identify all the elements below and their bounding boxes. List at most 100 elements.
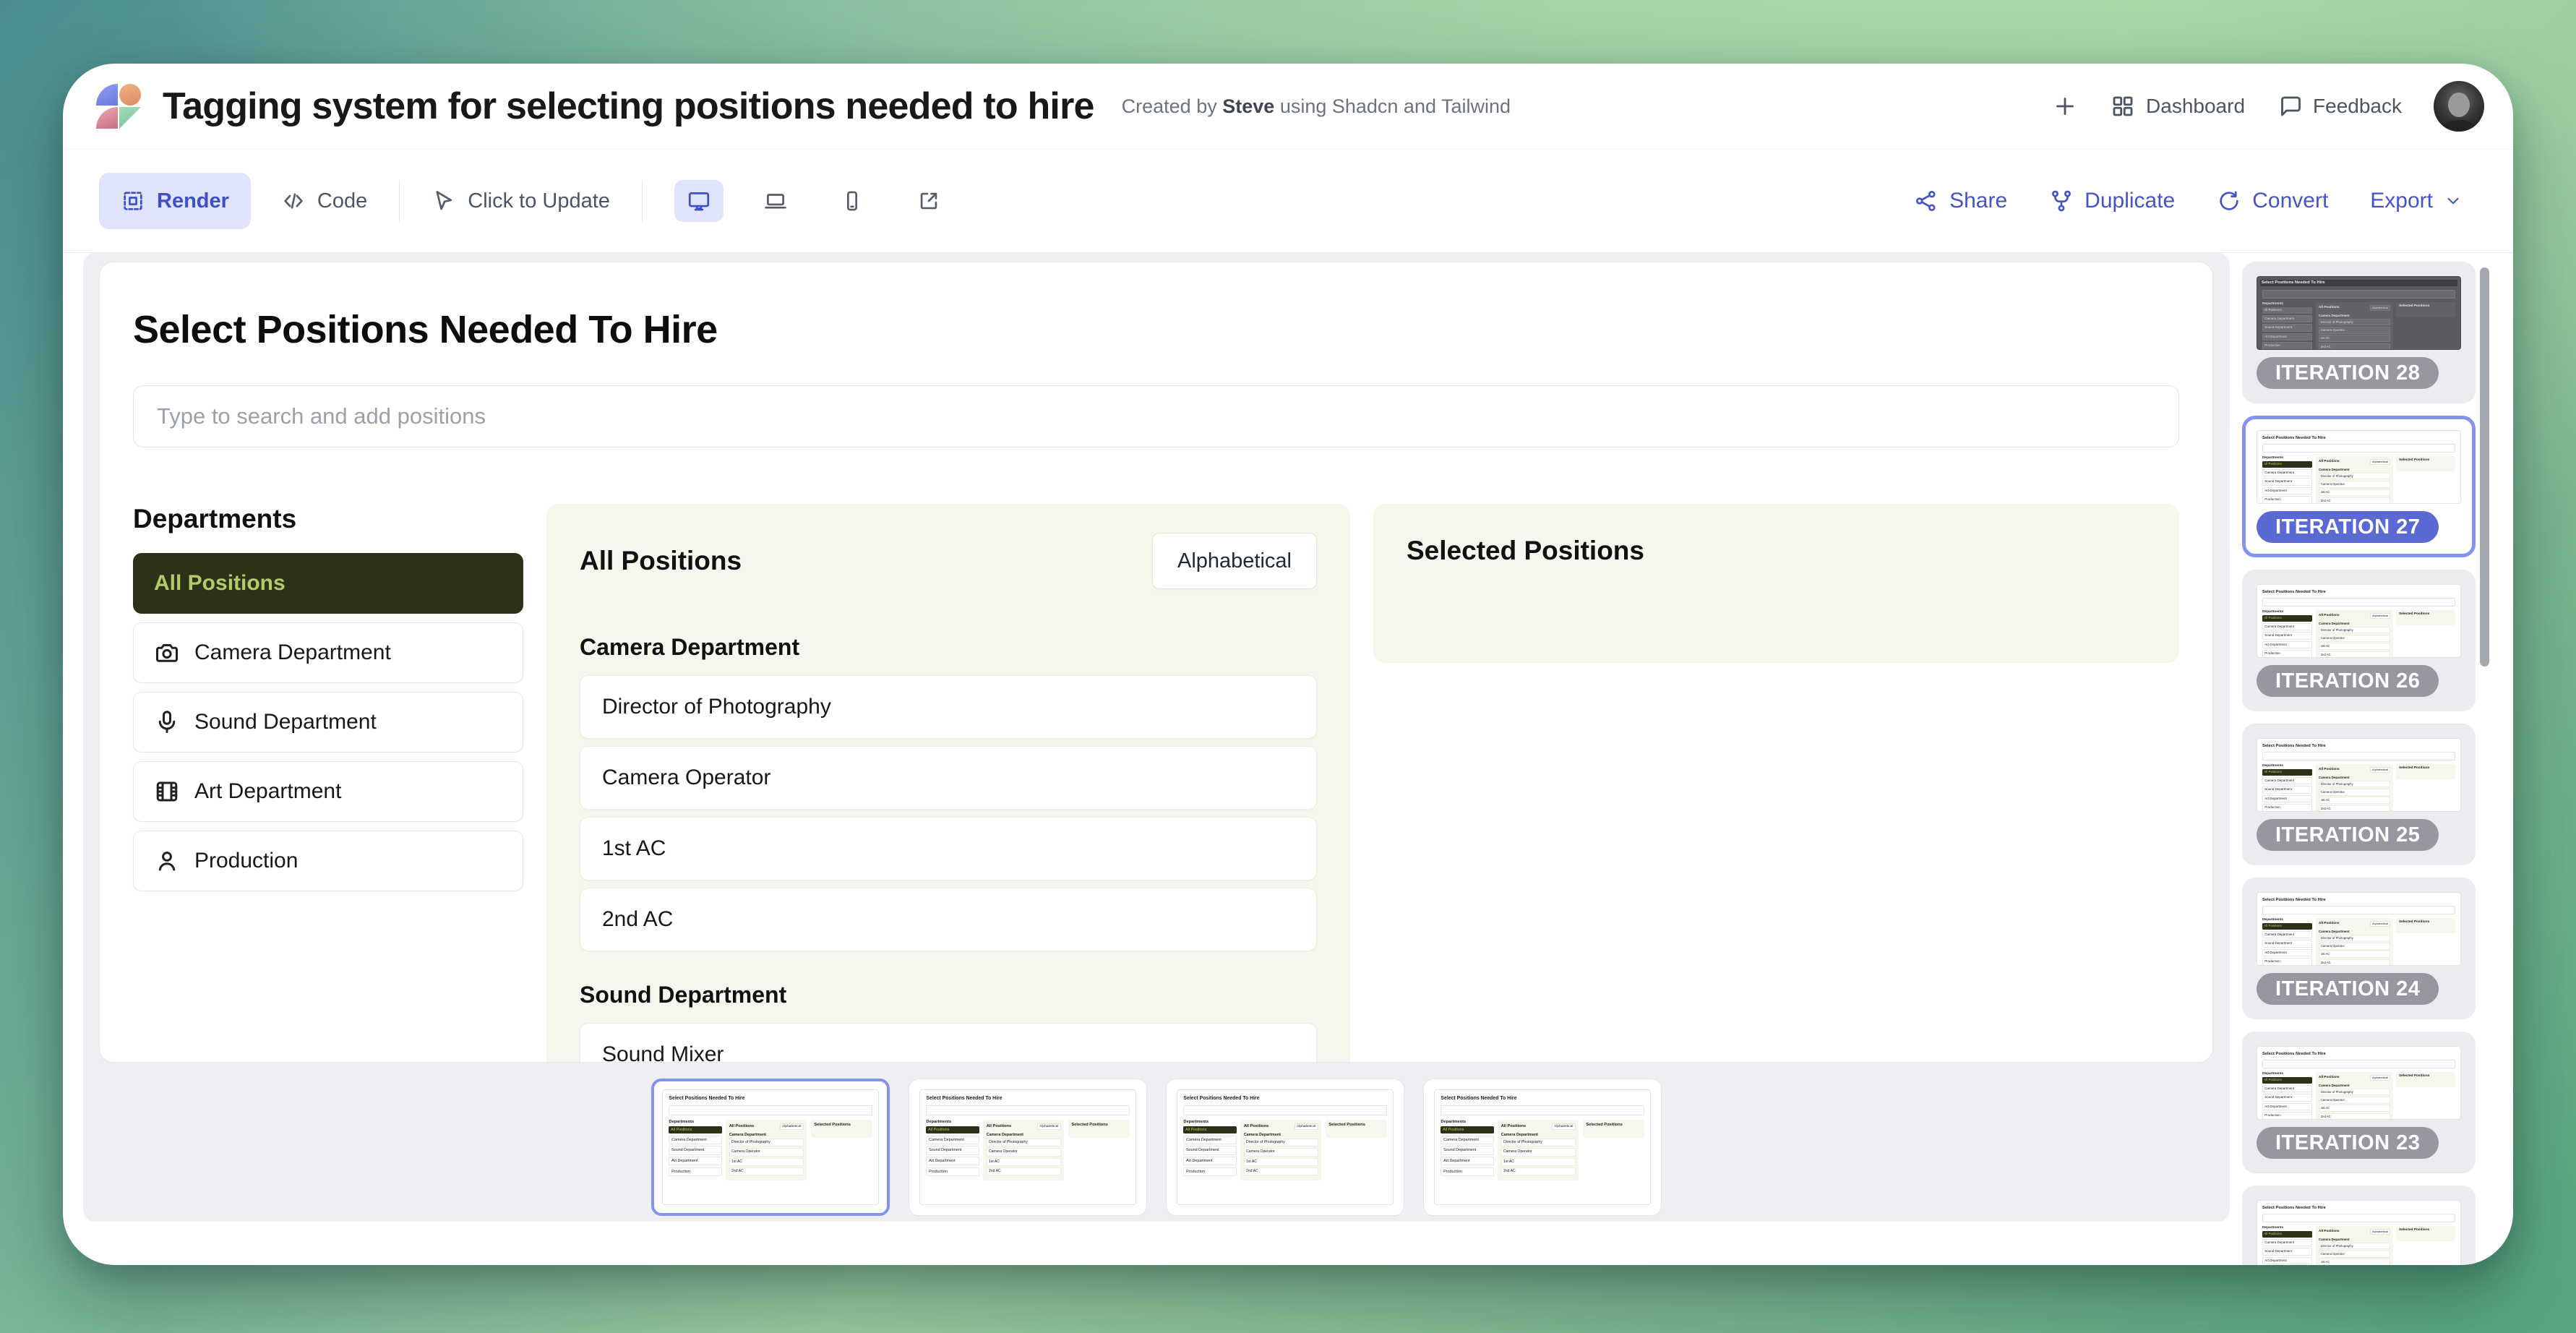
mini-sort-button: Alphabetical: [2370, 921, 2390, 927]
mini-dept-camera: Camera Department: [2262, 315, 2312, 323]
mini-dept-art: Art Department: [1183, 1157, 1236, 1165]
position-row[interactable]: 1st AC: [580, 817, 1317, 880]
mini-position-row: Camera Operator: [1501, 1148, 1576, 1156]
mini-dept-camera: Camera Department: [2262, 623, 2312, 631]
dept-button-camera[interactable]: Camera Department: [133, 622, 523, 683]
mini-position-row: Camera Operator: [2319, 789, 2390, 796]
mini-departments-heading: Departments: [669, 1120, 721, 1124]
mini-position-row: 1st AC: [2319, 335, 2390, 342]
mini-position-row: Director of Photography: [2319, 1243, 2390, 1250]
carousel-thumbnail[interactable]: Select Positions Needed To Hire Departme…: [651, 1079, 890, 1216]
mini-dept-camera: Camera Department: [2262, 1239, 2312, 1247]
mini-dept-all: All Positions: [2262, 1077, 2312, 1084]
share-label: Share: [1949, 189, 2007, 213]
magic-patterns-logo-icon[interactable]: [96, 84, 141, 129]
mini-search-input: [2262, 1214, 2455, 1222]
mini-dept-art: Art Department: [1441, 1157, 1493, 1165]
search-input[interactable]: [133, 385, 2179, 447]
mini-sort-button: Alphabetical: [1552, 1123, 1576, 1130]
mini-position-row: 2nd AC: [2319, 959, 2390, 966]
iteration-card[interactable]: Select Positions Needed To Hire Departme…: [2242, 1032, 2476, 1173]
preview-canvas: Select Positions Needed To Hire Departme…: [83, 253, 2230, 1222]
popout-arrow-icon: [916, 189, 941, 213]
position-row[interactable]: Camera Operator: [580, 746, 1317, 810]
mini-section-heading: Camera Department: [1244, 1133, 1318, 1137]
user-avatar[interactable]: [2434, 81, 2484, 132]
mini-dept-camera: Camera Department: [1183, 1136, 1236, 1144]
mini-dept-production: Production: [1441, 1167, 1493, 1176]
desktop-view-toggle[interactable]: [674, 180, 724, 222]
iteration-card[interactable]: Select Positions Needed To Hire Departme…: [2242, 878, 2476, 1019]
mini-position-row: 1st AC: [987, 1158, 1061, 1166]
app-preview-thumbnail: Select Positions Needed To Hire Departme…: [1434, 1089, 1651, 1205]
iteration-card[interactable]: Select Positions Needed To Hire Departme…: [2242, 724, 2476, 865]
iteration-badge: ITERATION 26: [2257, 665, 2439, 697]
mini-dept-sound: Sound Department: [2262, 940, 2312, 948]
code-tab[interactable]: Code: [281, 189, 367, 213]
alphabetical-sort-button[interactable]: Alphabetical: [1152, 533, 1317, 589]
mini-position-row: 2nd AC: [987, 1167, 1061, 1175]
sidebar-scrollbar-thumb[interactable]: [2480, 267, 2489, 666]
mini-dept-art: Art Department: [2262, 1257, 2312, 1265]
mini-departments-heading: Departments: [2262, 1226, 2312, 1230]
carousel-thumbnail[interactable]: Select Positions Needed To Hire Departme…: [1166, 1079, 1404, 1216]
click-to-update-label: Click to Update: [468, 189, 610, 213]
mini-selected-positions-panel: Selected Positions: [811, 1120, 872, 1138]
mini-position-row: 2nd AC: [2319, 497, 2390, 504]
dept-button-all-positions[interactable]: All Positions: [133, 553, 523, 614]
mini-sort-button: Alphabetical: [2370, 305, 2390, 312]
mini-dept-production: Production: [669, 1167, 721, 1176]
mini-heading: Select Positions Needed To Hire: [2262, 1052, 2455, 1056]
mobile-view-toggle[interactable]: [828, 180, 877, 222]
mini-search-input: [2262, 598, 2455, 607]
mini-position-row: 1st AC: [729, 1158, 804, 1166]
click-to-update-button[interactable]: Click to Update: [432, 189, 610, 213]
mini-dept-production: Production: [2262, 650, 2312, 658]
new-project-plus-icon[interactable]: [2052, 93, 2078, 119]
dept-button-sound[interactable]: Sound Department: [133, 692, 523, 753]
mini-position-row: Camera Operator: [987, 1148, 1061, 1156]
iteration-card[interactable]: Select Positions Needed To Hire Departme…: [2242, 570, 2476, 711]
carousel-thumbnail[interactable]: Select Positions Needed To Hire Departme…: [909, 1079, 1147, 1216]
mini-all-positions-heading: All Positions: [2319, 460, 2340, 463]
mini-dept-camera: Camera Department: [2262, 777, 2312, 785]
mini-dept-art: Art Department: [2262, 949, 2312, 957]
convert-refresh-icon: [2217, 189, 2241, 213]
mini-search-input: [2262, 906, 2455, 914]
dashboard-link[interactable]: Dashboard: [2110, 93, 2245, 119]
mini-section-heading: Camera Department: [2319, 622, 2390, 625]
render-label: Render: [157, 189, 229, 213]
render-tab[interactable]: Render: [99, 173, 251, 229]
mini-position-row: Camera Operator: [2319, 1251, 2390, 1258]
share-button[interactable]: Share: [1914, 189, 2007, 213]
mini-position-row: Director of Photography: [2319, 627, 2390, 634]
app-preview-thumbnail: Select Positions Needed To Hire Departme…: [2257, 276, 2461, 350]
dept-button-production[interactable]: Production: [133, 831, 523, 891]
share-icon: [1914, 189, 1939, 213]
mini-position-row: 2nd AC: [2319, 651, 2390, 658]
mini-dept-sound: Sound Department: [669, 1146, 721, 1154]
position-row[interactable]: Sound Mixer: [580, 1023, 1317, 1063]
position-row[interactable]: 2nd AC: [580, 888, 1317, 951]
duplicate-button[interactable]: Duplicate: [2049, 189, 2175, 213]
export-dropdown[interactable]: Export: [2370, 189, 2463, 213]
mini-position-row: 2nd AC: [2319, 343, 2390, 350]
feedback-link[interactable]: Feedback: [2277, 93, 2402, 119]
open-in-new-window-button[interactable]: [904, 180, 953, 222]
iteration-list: Select Positions Needed To Hire Departme…: [2242, 262, 2476, 1265]
iteration-card[interactable]: Select Positions Needed To Hire Departme…: [2242, 416, 2476, 557]
mini-position-row: 2nd AC: [729, 1167, 804, 1175]
convert-button[interactable]: Convert: [2217, 189, 2328, 213]
carousel-thumbnail[interactable]: Select Positions Needed To Hire Departme…: [1423, 1079, 1662, 1216]
dept-button-art[interactable]: Art Department: [133, 761, 523, 822]
mini-position-row: Director of Photography: [1244, 1139, 1318, 1146]
position-row[interactable]: Director of Photography: [580, 675, 1317, 739]
mini-dept-production: Production: [926, 1167, 979, 1176]
iteration-card[interactable]: Select Positions Needed To Hire Departme…: [2242, 262, 2476, 403]
mini-search-input: [2262, 752, 2455, 760]
mini-section-heading: Camera Department: [2319, 1238, 2390, 1241]
mini-departments-heading: Departments: [2262, 1072, 2312, 1076]
laptop-view-toggle[interactable]: [751, 180, 800, 222]
iteration-card-partial[interactable]: Select Positions Needed To Hire Departme…: [2242, 1186, 2476, 1265]
mini-dept-all: All Positions: [2262, 461, 2312, 468]
